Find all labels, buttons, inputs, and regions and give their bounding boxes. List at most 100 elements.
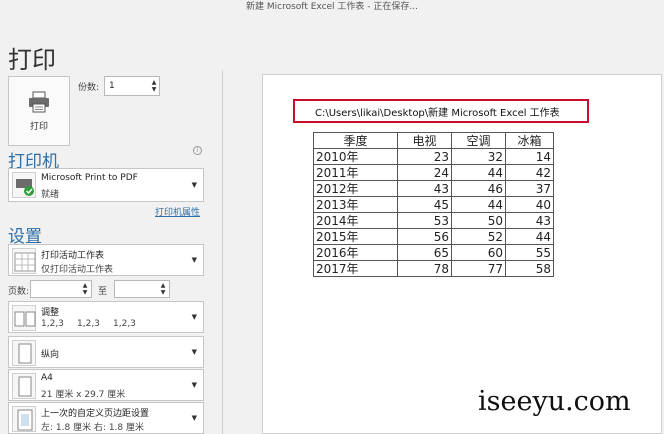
pages-to-spin[interactable]: ▲ ▼ bbox=[158, 282, 168, 296]
chevron-down-icon[interactable]: ▼ bbox=[83, 289, 88, 296]
table-cell: 23 bbox=[397, 148, 452, 165]
table-cell: 2010年 bbox=[313, 148, 398, 165]
sheet-icon bbox=[12, 248, 36, 274]
print-button[interactable]: 打印 bbox=[8, 76, 70, 146]
print-button-label: 打印 bbox=[29, 121, 48, 132]
table-row: 2017年 78 77 58 bbox=[313, 260, 554, 277]
print-scope-subtitle: 仅打印活动工作表 bbox=[41, 265, 114, 275]
print-scope-title: 打印活动工作表 bbox=[41, 251, 105, 261]
table-cell: 44 bbox=[451, 164, 506, 181]
paper-size-subtitle: 21 厘米 x 29.7 厘米 bbox=[41, 390, 126, 400]
chevron-down-icon[interactable]: ▼ bbox=[192, 313, 197, 321]
paper-size-title: A4 bbox=[41, 373, 53, 383]
table-cell: 2014年 bbox=[313, 212, 398, 229]
margins-icon bbox=[12, 406, 36, 432]
table-cell: 44 bbox=[451, 196, 506, 213]
pages-from-input[interactable]: ▲ ▼ bbox=[30, 280, 92, 298]
pages-label: 页数: bbox=[8, 287, 30, 297]
printer-name: Microsoft Print to PDF bbox=[41, 173, 138, 183]
collate-sub-1: 1,2,3 bbox=[41, 319, 64, 329]
chevron-down-icon[interactable]: ▼ bbox=[192, 414, 197, 422]
table-cell: 50 bbox=[451, 212, 506, 229]
orientation-title: 纵向 bbox=[41, 350, 60, 360]
table-row: 2015年 56 52 44 bbox=[313, 228, 554, 245]
copies-label: 份数: bbox=[78, 83, 100, 93]
table-cell: 32 bbox=[451, 148, 506, 165]
table-cell: 2012年 bbox=[313, 180, 398, 197]
table-row: 2016年 65 60 55 bbox=[313, 244, 554, 261]
info-icon[interactable]: i bbox=[193, 146, 202, 155]
collate-dropdown[interactable]: 调整 1,2,3 1,2,3 1,2,3 ▼ bbox=[8, 301, 204, 333]
table-row: 2011年 24 44 42 bbox=[313, 164, 554, 181]
table-cell: 45 bbox=[397, 196, 452, 213]
print-preview: C:\Users\likai\Desktop\新建 Microsoft Exce… bbox=[262, 74, 662, 434]
collate-sub-2: 1,2,3 bbox=[77, 319, 100, 329]
printer-properties-link[interactable]: 打印机属性 bbox=[155, 205, 200, 218]
table-cell: 43 bbox=[397, 180, 452, 197]
copies-spin-buttons[interactable]: ▲ ▼ bbox=[149, 79, 159, 93]
collate-sub-3: 1,2,3 bbox=[113, 319, 136, 329]
column-header: 电视 bbox=[397, 132, 452, 149]
printer-icon bbox=[12, 172, 36, 198]
table-row: 2010年 23 32 14 bbox=[313, 148, 554, 165]
window-title: 新建 Microsoft Excel 工作表 - 正在保存... bbox=[246, 2, 418, 12]
collate-icon bbox=[12, 305, 36, 331]
chevron-down-icon[interactable]: ▼ bbox=[192, 256, 197, 264]
table-header-row: 季度 电视 空调 冰箱 bbox=[313, 132, 554, 149]
column-header: 冰箱 bbox=[505, 132, 554, 149]
chevron-up-icon[interactable]: ▲ bbox=[161, 282, 166, 289]
table-row: 2013年 45 44 40 bbox=[313, 196, 554, 213]
preview-table: 季度 电视 空调 冰箱 2010年 23 32 14 2011年 24 44 42 2012年 4… bbox=[313, 132, 554, 277]
table-cell: 14 bbox=[505, 148, 554, 165]
table-cell: 52 bbox=[451, 228, 506, 245]
table-cell: 2013年 bbox=[313, 196, 398, 213]
table-cell: 2016年 bbox=[313, 244, 398, 261]
watermark-text: iseeyu.com bbox=[478, 386, 631, 417]
chevron-up-icon[interactable]: ▲ bbox=[83, 282, 88, 289]
printer-dropdown[interactable]: Microsoft Print to PDF 就绪 ▼ bbox=[8, 168, 204, 202]
margins-dropdown[interactable]: 上一次的自定义页边距设置 左: 1.8 厘米 右: 1.8 厘米 ▼ bbox=[8, 402, 204, 434]
orientation-dropdown[interactable]: 纵向 ▼ bbox=[8, 336, 204, 368]
table-cell: 44 bbox=[505, 228, 554, 245]
table-cell: 2017年 bbox=[313, 260, 398, 277]
collate-title: 调整 bbox=[41, 308, 60, 318]
table-cell: 53 bbox=[397, 212, 452, 229]
copies-value: 1 bbox=[109, 81, 115, 91]
table-row: 2014年 53 50 43 bbox=[313, 212, 554, 229]
table-cell: 77 bbox=[451, 260, 506, 277]
table-cell: 60 bbox=[451, 244, 506, 261]
table-cell: 43 bbox=[505, 212, 554, 229]
copies-stepper[interactable]: 1 ▲ ▼ bbox=[104, 76, 160, 96]
print-settings-panel: 打印 份数: 1 ▲ ▼ 打印机 i Microsoft Print to PDF… bbox=[0, 70, 212, 434]
chevron-down-icon[interactable]: ▼ bbox=[192, 348, 197, 356]
table-cell: 55 bbox=[505, 244, 554, 261]
printer-status: 就绪 bbox=[41, 190, 60, 200]
print-scope-dropdown[interactable]: 打印活动工作表 仅打印活动工作表 ▼ bbox=[8, 244, 204, 276]
table-cell: 2011年 bbox=[313, 164, 398, 181]
table-cell: 42 bbox=[505, 164, 554, 181]
chevron-up-icon[interactable]: ▲ bbox=[152, 79, 157, 86]
table-cell: 40 bbox=[505, 196, 554, 213]
pages-to-label: 至 bbox=[98, 287, 108, 297]
margins-subtitle: 左: 1.8 厘米 右: 1.8 厘米 bbox=[41, 423, 144, 433]
paper-icon bbox=[12, 373, 36, 399]
pages-to-input[interactable]: ▲ ▼ bbox=[114, 280, 170, 298]
preview-header-path: C:\Users\likai\Desktop\新建 Microsoft Exce… bbox=[315, 108, 560, 119]
column-header: 季度 bbox=[313, 132, 398, 149]
table-cell: 56 bbox=[397, 228, 452, 245]
table-cell: 58 bbox=[505, 260, 554, 277]
portrait-icon bbox=[12, 340, 36, 366]
table-row: 2012年 43 46 37 bbox=[313, 180, 554, 197]
table-cell: 24 bbox=[397, 164, 452, 181]
panel-divider bbox=[222, 70, 223, 434]
chevron-down-icon[interactable]: ▼ bbox=[152, 86, 157, 93]
chevron-down-icon[interactable]: ▼ bbox=[192, 381, 197, 389]
printer-icon bbox=[29, 91, 49, 112]
chevron-down-icon[interactable]: ▼ bbox=[192, 181, 197, 189]
table-cell: 46 bbox=[451, 180, 506, 197]
table-cell: 78 bbox=[397, 260, 452, 277]
margins-title: 上一次的自定义页边距设置 bbox=[41, 409, 150, 419]
pages-from-spin[interactable]: ▲ ▼ bbox=[80, 282, 90, 296]
chevron-down-icon[interactable]: ▼ bbox=[161, 289, 166, 296]
paper-size-dropdown[interactable]: A4 21 厘米 x 29.7 厘米 ▼ bbox=[8, 369, 204, 401]
